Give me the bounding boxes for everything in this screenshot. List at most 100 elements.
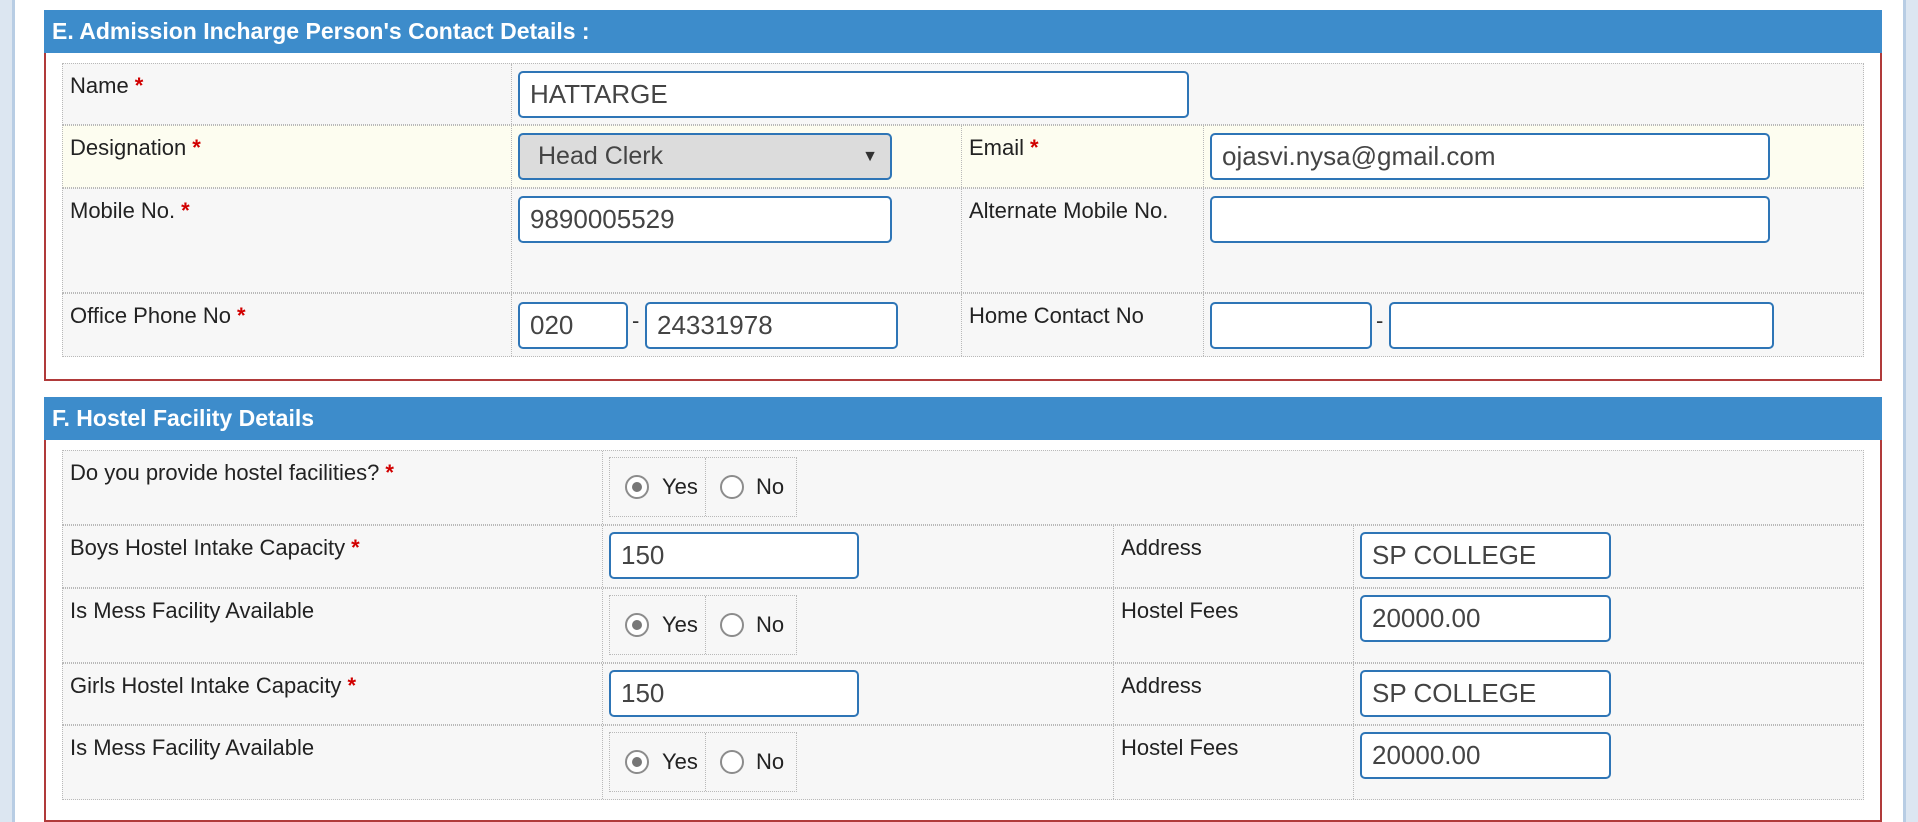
alt-mobile-input-cell [1204, 189, 1863, 292]
girls-address-input[interactable]: SP COLLEGE [1360, 670, 1611, 717]
alt-mobile-label: Alternate Mobile No. [969, 198, 1169, 223]
radio-no[interactable] [720, 750, 744, 774]
hostel-question-label: Do you provide hostel facilities? [70, 460, 380, 485]
required-mark: * [181, 198, 190, 223]
alt-mobile-input[interactable] [1210, 196, 1770, 243]
mobile-input[interactable]: 9890005529 [518, 196, 892, 243]
required-mark: * [1030, 135, 1039, 160]
girls-capacity-label: Girls Hostel Intake Capacity [70, 673, 342, 698]
girls-capacity-input-cell: 150 [603, 664, 1114, 724]
page: E. Admission Incharge Person's Contact D… [12, 0, 1906, 822]
row-boys-mess: Is Mess Facility Available Yes No Hostel… [62, 588, 1864, 663]
hostel-question-label-cell: Do you provide hostel facilities? * [63, 451, 603, 524]
email-input[interactable]: ojasvi.nysa@gmail.com [1210, 133, 1770, 180]
email-label-cell: Email * [962, 126, 1204, 187]
office-phone-label-cell: Office Phone No * [63, 294, 512, 356]
girls-address-label: Address [1121, 673, 1202, 698]
designation-label: Designation [70, 135, 187, 160]
row-girls-capacity: Girls Hostel Intake Capacity * 150 Addres… [62, 663, 1864, 725]
section-admission-contact: E. Admission Incharge Person's Contact D… [44, 10, 1882, 381]
boys-address-input[interactable]: SP COLLEGE [1360, 532, 1611, 579]
boys-mess-no-option[interactable]: No [706, 596, 796, 654]
girls-capacity-input[interactable]: 150 [609, 670, 859, 717]
no-label: No [756, 612, 785, 637]
section-f-body: Do you provide hostel facilities? * Yes N… [44, 440, 1882, 822]
boys-mess-radio-cell: Yes No [603, 589, 1114, 662]
email-input-cell: ojasvi.nysa@gmail.com [1204, 126, 1863, 187]
girls-mess-radio-group: Yes No [609, 732, 797, 792]
radio-no[interactable] [720, 475, 744, 499]
phone-separator: - [1376, 308, 1384, 333]
section-e-header: E. Admission Incharge Person's Contact D… [44, 10, 1882, 53]
home-contact-label-cell: Home Contact No [962, 294, 1204, 356]
name-input[interactable]: HATTARGE [518, 71, 1189, 118]
section-e-body: Name * HATTARGE Designation * Head Clerk ▼ [44, 53, 1882, 381]
home-contact-code-input[interactable] [1210, 302, 1372, 349]
radio-yes-selected[interactable] [625, 613, 649, 637]
designation-select[interactable]: Head Clerk ▼ [518, 133, 892, 180]
girls-address-input-cell: SP COLLEGE [1354, 664, 1863, 724]
boys-address-label-cell: Address [1114, 526, 1354, 587]
row-girls-mess: Is Mess Facility Available Yes No Hostel… [62, 725, 1864, 800]
radio-no[interactable] [720, 613, 744, 637]
mobile-input-cell: 9890005529 [512, 189, 962, 292]
boys-capacity-label-cell: Boys Hostel Intake Capacity * [63, 526, 603, 587]
boys-fees-label: Hostel Fees [1121, 598, 1239, 623]
name-input-cell: HATTARGE [512, 64, 1863, 124]
hostel-no-option[interactable]: No [706, 458, 796, 516]
radio-yes-selected[interactable] [625, 475, 649, 499]
boys-mess-label: Is Mess Facility Available [70, 598, 315, 623]
phone-separator: - [632, 308, 640, 333]
required-mark: * [351, 535, 360, 560]
boys-fees-label-cell: Hostel Fees [1114, 589, 1354, 662]
boys-mess-yes-option[interactable]: Yes [610, 596, 706, 654]
boys-fees-input-cell: 20000.00 [1354, 589, 1863, 662]
required-mark: * [134, 73, 144, 98]
hostel-radio-cell: Yes No [603, 451, 1863, 524]
required-mark: * [237, 303, 246, 328]
home-contact-number-input[interactable] [1389, 302, 1774, 349]
girls-fees-input[interactable]: 20000.00 [1360, 732, 1611, 779]
row-boys-capacity: Boys Hostel Intake Capacity * 150 Address… [62, 525, 1864, 588]
girls-mess-no-option[interactable]: No [706, 733, 796, 791]
home-contact-input-cell: - [1204, 294, 1863, 356]
boys-address-input-cell: SP COLLEGE [1354, 526, 1863, 587]
girls-fees-label-cell: Hostel Fees [1114, 726, 1354, 799]
girls-address-label-cell: Address [1114, 664, 1354, 724]
row-name: Name * HATTARGE [62, 63, 1864, 125]
row-designation: Designation * Head Clerk ▼ Email * ojasvi.… [62, 125, 1864, 188]
required-mark: * [385, 460, 394, 485]
boys-mess-radio-group: Yes No [609, 595, 797, 655]
email-label: Email [969, 135, 1025, 160]
girls-mess-label: Is Mess Facility Available [70, 735, 315, 760]
girls-mess-radio-cell: Yes No [603, 726, 1114, 799]
required-mark: * [347, 673, 356, 698]
boys-capacity-input-cell: 150 [603, 526, 1114, 587]
girls-fees-input-cell: 20000.00 [1354, 726, 1863, 799]
boys-mess-label-cell: Is Mess Facility Available [63, 589, 603, 662]
boys-fees-input[interactable]: 20000.00 [1360, 595, 1611, 642]
yes-label: Yes [662, 612, 698, 637]
mobile-label: Mobile No. [70, 198, 176, 223]
no-label: No [756, 749, 785, 774]
boys-capacity-input[interactable]: 150 [609, 532, 859, 579]
home-contact-label: Home Contact No [969, 303, 1144, 328]
office-phone-number-input[interactable]: 24331978 [645, 302, 898, 349]
boys-address-label: Address [1121, 535, 1202, 560]
no-label: No [756, 474, 785, 499]
row-hostel-question: Do you provide hostel facilities? * Yes N… [62, 450, 1864, 525]
girls-capacity-label-cell: Girls Hostel Intake Capacity * [63, 664, 603, 724]
girls-mess-yes-option[interactable]: Yes [610, 733, 706, 791]
office-phone-input-cell: 020 - 24331978 [512, 294, 962, 356]
office-phone-code-input[interactable]: 020 [518, 302, 628, 349]
designation-select-cell: Head Clerk ▼ [512, 126, 962, 187]
hostel-radio-group: Yes No [609, 457, 797, 517]
radio-yes-selected[interactable] [625, 750, 649, 774]
designation-label-cell: Designation * [63, 126, 512, 187]
required-mark: * [192, 135, 201, 160]
mobile-label-cell: Mobile No. * [63, 189, 512, 292]
chevron-down-icon: ▼ [862, 148, 878, 165]
hostel-yes-option[interactable]: Yes [610, 458, 706, 516]
girls-fees-label: Hostel Fees [1121, 735, 1239, 760]
alt-mobile-label-cell: Alternate Mobile No. [962, 189, 1204, 292]
